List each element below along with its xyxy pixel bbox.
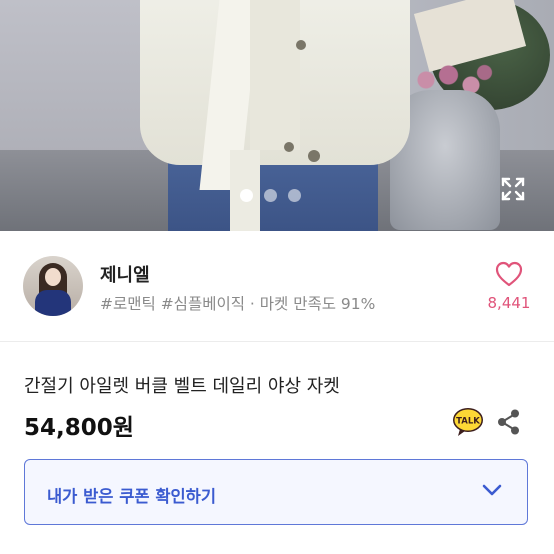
- product-image[interactable]: [0, 0, 554, 231]
- gallery-dot[interactable]: [240, 189, 253, 202]
- gallery-dot[interactable]: [264, 189, 277, 202]
- seller-tags: #로맨틱 #심플베이직 · 마켓 만족도 91%: [100, 295, 376, 313]
- coupon-label: 내가 받은 쿠폰 확인하기: [47, 487, 217, 506]
- section-divider: [0, 341, 554, 342]
- photo-jacket-placket: [250, 0, 300, 150]
- gallery-dot[interactable]: [288, 189, 301, 202]
- seller-info[interactable]: 제니엘 #로맨틱 #심플베이직 · 마켓 만족도 91% 8,441: [0, 231, 554, 341]
- seller-avatar[interactable]: [23, 256, 83, 316]
- photo-button: [308, 150, 320, 162]
- expand-icon[interactable]: [500, 176, 526, 202]
- avatar-face: [45, 268, 61, 286]
- seller-name[interactable]: 제니엘: [100, 261, 150, 287]
- like-count: 8,441: [487, 294, 531, 312]
- product-price: 54,800원: [24, 415, 134, 441]
- kakao-talk-icon[interactable]: TALK: [452, 407, 484, 437]
- avatar-coat: [35, 290, 71, 316]
- heart-icon[interactable]: [494, 260, 524, 288]
- coupon-check-button[interactable]: 내가 받은 쿠폰 확인하기: [24, 459, 528, 525]
- share-icon[interactable]: [496, 408, 522, 436]
- photo-button: [284, 142, 294, 152]
- product-title: 간절기 아일렛 버클 벨트 데일리 야상 자켓: [24, 376, 340, 397]
- photo-button: [296, 40, 306, 50]
- svg-text:TALK: TALK: [456, 417, 480, 427]
- gallery-pagination: [240, 189, 301, 202]
- chevron-down-icon: [481, 482, 503, 498]
